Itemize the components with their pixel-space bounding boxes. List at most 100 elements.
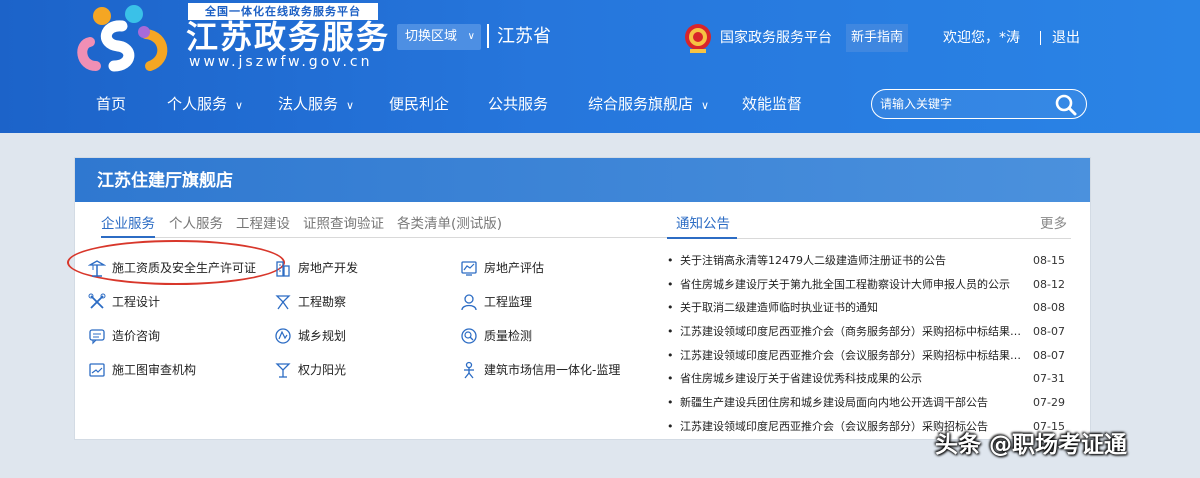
divider <box>1040 31 1041 45</box>
service-label: 施工资质及安全生产许可证 <box>112 261 257 275</box>
service-label: 权力阳光 <box>298 363 347 377</box>
nav-home[interactable]: 首页 <box>96 94 126 114</box>
nav-label: 首页 <box>96 95 127 113</box>
chevron-down-icon: ∨ <box>701 99 710 112</box>
chart-screen-icon <box>461 261 477 276</box>
tab-lists[interactable]: 各类清单(测试版) <box>397 214 502 234</box>
notice-title: 新疆生产建设兵团住房和城乡建设局面向内地公开选调干部公告 <box>680 396 988 409</box>
notice-date: 08-07 <box>1033 325 1065 338</box>
tab-license-verify[interactable]: 证照查询验证 <box>303 214 384 234</box>
watermark-text: 头条 @职场考证通 <box>935 432 1128 458</box>
notice-item[interactable]: • 江苏建设领域印度尼西亚推介会（商务服务部分）采购招标中标结果公... 08-07 <box>667 324 1077 340</box>
notice-item[interactable]: • 关于取消二级建造师临时执业证书的通知 08-08 <box>667 300 1077 316</box>
bullet: • <box>667 396 674 409</box>
divider <box>487 24 489 48</box>
nav-label: 公共服务 <box>488 95 549 113</box>
national-emblem-icon <box>685 24 711 53</box>
notice-title: 江苏建设领域印度尼西亚推介会（商务服务部分）采购招标中标结果公... <box>680 325 1030 338</box>
nav-label: 法人服务 <box>278 95 339 113</box>
chevron-down-icon: ∨ <box>467 31 475 42</box>
notice-item[interactable]: • 关于注销高永清等12479人二级建造师注册证书的公告 08-15 <box>667 253 1077 269</box>
more-link[interactable]: 更多 <box>1040 214 1067 234</box>
search-box <box>871 89 1087 119</box>
notice-item[interactable]: • 新疆生产建设兵团住房和城乡建设局面向内地公开选调干部公告 07-29 <box>667 395 1077 411</box>
chat-icon <box>89 329 105 345</box>
notice-date: 08-07 <box>1033 349 1065 362</box>
supervisor-icon <box>461 294 477 311</box>
nav-convenience[interactable]: 便民利企 <box>389 94 449 114</box>
notice-title: 关于注销高永清等12479人二级建造师注册证书的公告 <box>680 254 946 267</box>
power-icon <box>275 363 291 378</box>
brand-title[interactable]: 江苏政务服务 <box>186 18 390 56</box>
logout-link[interactable]: 退出 <box>1052 29 1080 47</box>
service-label: 城乡规划 <box>298 329 347 343</box>
nav-label: 个人服务 <box>167 95 228 113</box>
notice-date: 07-29 <box>1033 396 1065 409</box>
survey-icon <box>275 295 291 310</box>
notice-title: 省住房城乡建设厅关于第九批全国工程勘察设计大师申报人员的公示 <box>680 278 1010 291</box>
panel-title: 江苏住建厅旗舰店 <box>97 171 233 191</box>
bullet: • <box>667 325 674 338</box>
notice-date: 08-08 <box>1033 301 1065 314</box>
service-label: 质量检测 <box>484 329 533 343</box>
service-label: 建筑市场信用一体化-监理 <box>484 363 621 377</box>
nav-flagship[interactable]: 综合服务旗舰店 ∨ <box>588 94 709 116</box>
tab-enterprise[interactable]: 企业服务 <box>101 214 155 234</box>
notice-item[interactable]: • 省住房城乡建设厅关于省建设优秀科技成果的公示 07-31 <box>667 371 1077 387</box>
service-label: 造价咨询 <box>112 329 161 343</box>
service-label: 工程勘察 <box>298 295 347 309</box>
notice-item[interactable]: • 省住房城乡建设厅关于第九批全国工程勘察设计大师申报人员的公示 08-12 <box>667 277 1077 293</box>
worker-icon <box>464 361 474 379</box>
notice-item[interactable]: • 江苏建设领域印度尼西亚推介会（会议服务部分）采购招标中标结果公... 08-07 <box>667 348 1077 364</box>
nav-label: 综合服务旗舰店 <box>588 95 694 113</box>
bullet: • <box>667 372 674 385</box>
nav-label: 便民利企 <box>389 95 450 113</box>
service-label: 房地产开发 <box>298 261 359 275</box>
blueprint-icon <box>89 363 105 377</box>
chevron-down-icon: ∨ <box>235 99 244 112</box>
notice-date: 08-15 <box>1033 254 1065 267</box>
active-tab-indicator <box>667 237 737 239</box>
planning-icon <box>275 328 291 344</box>
jszwfw-logo-icon[interactable] <box>74 4 174 74</box>
search-input[interactable] <box>880 94 1040 114</box>
tab-personal[interactable]: 个人服务 <box>169 214 223 234</box>
nav-legal[interactable]: 法人服务 ∨ <box>278 94 354 116</box>
current-region: 江苏省 <box>497 26 551 47</box>
site-header: 全国一体化在线政务服务平台 江苏政务服务 www.jszwfw.gov.cn 切… <box>0 0 1200 133</box>
nav-supervision[interactable]: 效能监督 <box>742 94 802 114</box>
nav-personal[interactable]: 个人服务 ∨ <box>167 94 243 116</box>
notice-date: 08-12 <box>1033 278 1065 291</box>
bullet: • <box>667 301 674 314</box>
notice-title: 省住房城乡建设厅关于省建设优秀科技成果的公示 <box>680 372 922 385</box>
switch-region-dropdown[interactable]: 切换区域 ∨ <box>397 24 481 50</box>
tab-notices[interactable]: 通知公告 <box>676 214 730 234</box>
construction-crane-icon <box>88 260 106 277</box>
tab-construction[interactable]: 工程建设 <box>236 214 290 234</box>
service-label: 施工图审查机构 <box>112 363 197 377</box>
service-label: 房地产评估 <box>484 261 545 275</box>
notice-title: 关于取消二级建造师临时执业证书的通知 <box>680 301 878 314</box>
bullet: • <box>667 254 674 267</box>
service-label: 工程设计 <box>112 295 161 309</box>
bullet: • <box>667 278 674 291</box>
service-label: 工程监理 <box>484 295 533 309</box>
service-tabs: 企业服务 个人服务 工程建设 证照查询验证 各类清单(测试版) <box>101 214 667 238</box>
nav-label: 效能监督 <box>742 95 803 113</box>
bullet: • <box>667 420 674 433</box>
brand-url: www.jszwfw.gov.cn <box>189 54 373 70</box>
magnifier-icon <box>461 328 477 344</box>
notice-date: 07-31 <box>1033 372 1065 385</box>
panel-header: 江苏住建厅旗舰店 <box>75 158 1090 202</box>
nav-public[interactable]: 公共服务 <box>488 94 548 114</box>
active-tab-indicator <box>101 236 155 238</box>
search-icon[interactable] <box>1055 94 1077 116</box>
notice-title: 江苏建设领域印度尼西亚推介会（会议服务部分）采购招标中标结果公... <box>680 349 1030 362</box>
building-icon <box>276 261 290 277</box>
switch-region-label: 切换区域 <box>405 29 458 44</box>
bullet: • <box>667 349 674 362</box>
gov-platform-link[interactable]: 国家政务服务平台 <box>720 29 832 47</box>
guide-button[interactable]: 新手指南 <box>846 24 908 52</box>
chevron-down-icon: ∨ <box>346 99 355 112</box>
flagship-store-panel: 江苏住建厅旗舰店 企业服务 个人服务 工程建设 证照查询验证 各类清单(测试版)… <box>67 157 1091 440</box>
